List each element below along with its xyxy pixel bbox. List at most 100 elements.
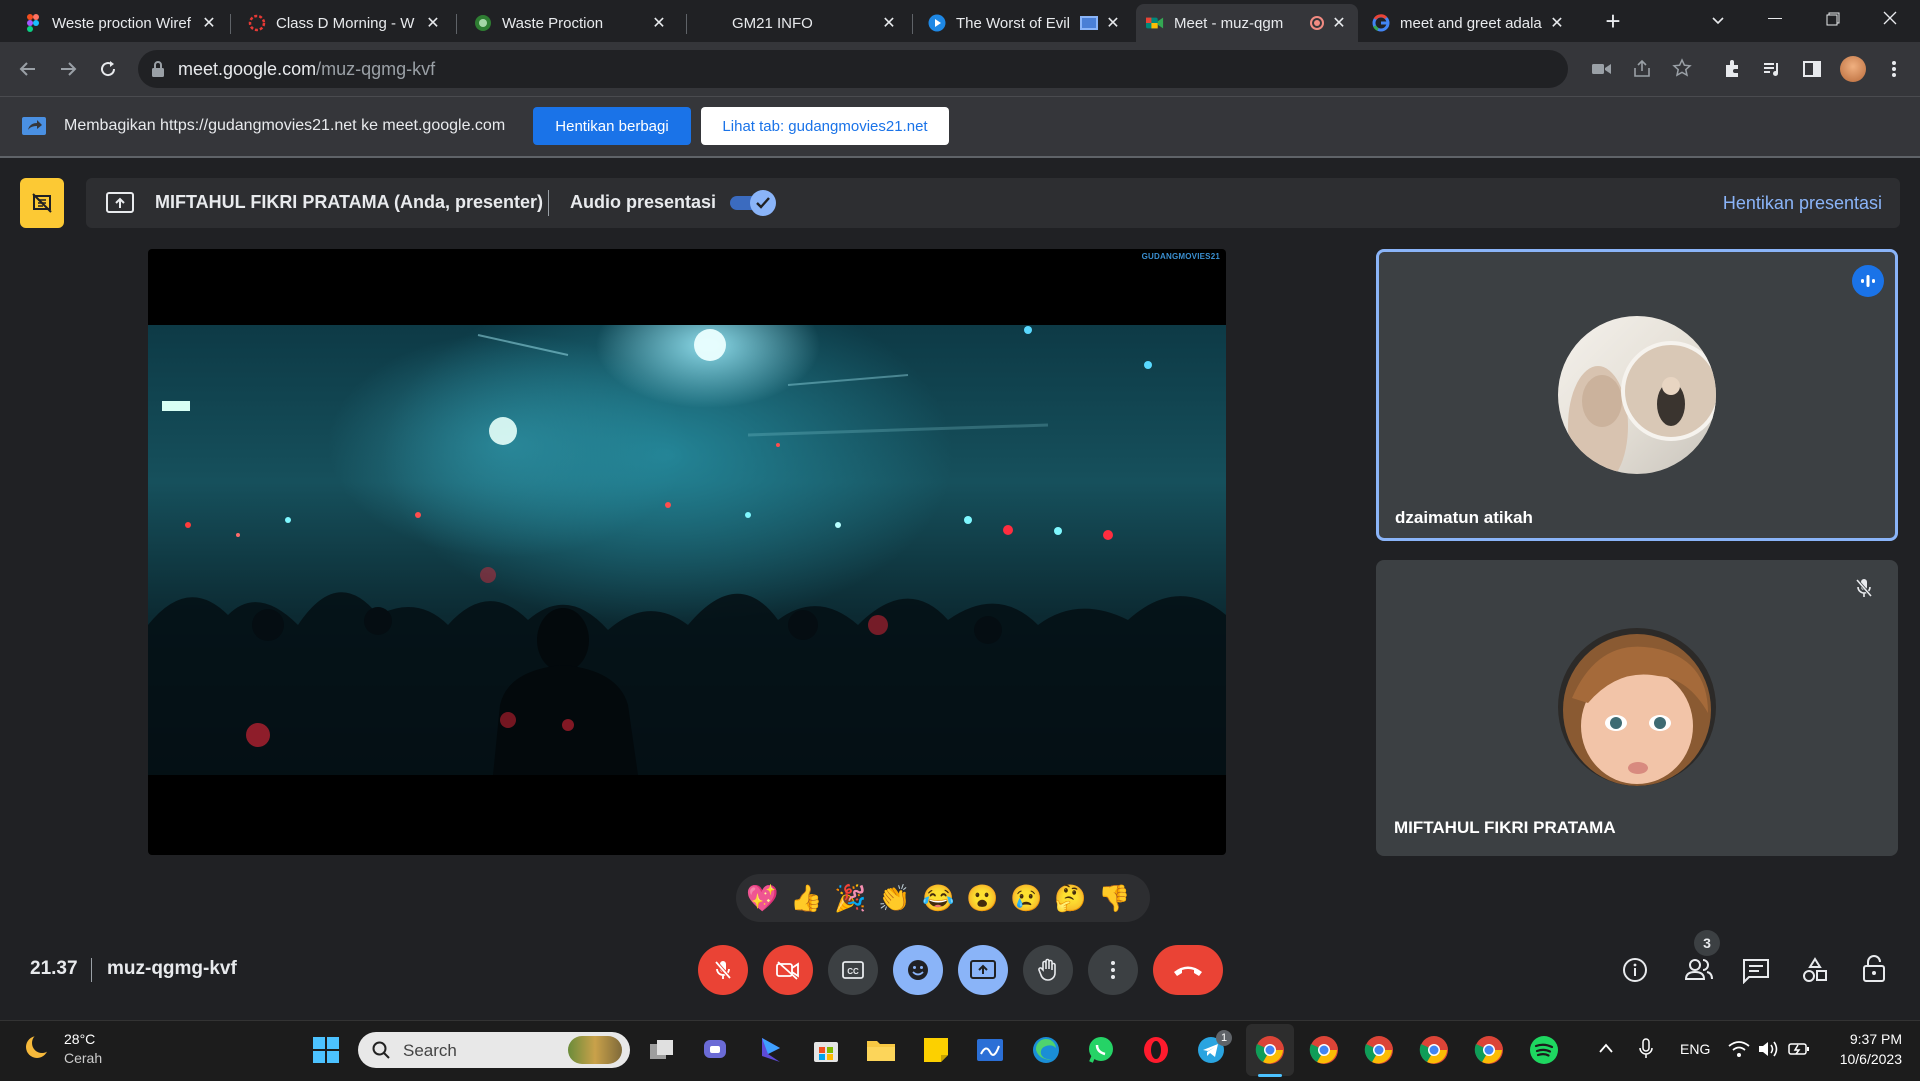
close-icon[interactable]: ✕	[200, 13, 218, 33]
file-explorer-icon[interactable]	[865, 1034, 897, 1066]
more-options-button[interactable]	[1088, 945, 1138, 995]
lock-icon[interactable]	[152, 61, 164, 77]
chrome-profile-icon[interactable]	[1418, 1034, 1450, 1066]
extensions-icon[interactable]	[1718, 55, 1746, 83]
reaction-thumbs-up[interactable]: 👍	[790, 882, 822, 914]
browser-tab-active[interactable]: Meet - muz-qgm ✕	[1136, 4, 1358, 42]
url-host: meet.google.com	[178, 59, 317, 79]
browser-tab[interactable]: Weste proction Wiref ✕	[14, 4, 228, 42]
url-text: meet.google.com/muz-qgmg-kvf	[178, 59, 435, 80]
tab-search-icon[interactable]	[1710, 12, 1726, 28]
meeting-details-icon[interactable]	[1622, 957, 1648, 983]
taskbar-search[interactable]: Search	[358, 1032, 630, 1068]
language-indicator[interactable]: ENG	[1680, 1041, 1710, 1057]
browser-tab[interactable]: Waste Proction ✕	[464, 4, 678, 42]
spotify-icon[interactable]	[1528, 1034, 1560, 1066]
whiteboard-icon[interactable]	[974, 1034, 1006, 1066]
participant-tile-speaking[interactable]: dzaimatun atikah	[1376, 249, 1898, 541]
profile-avatar[interactable]	[1840, 56, 1866, 82]
share-icon[interactable]	[1632, 59, 1652, 79]
clock-date[interactable]: 10/6/2023	[1818, 1051, 1902, 1067]
bookmark-star-icon[interactable]	[1672, 58, 1692, 78]
meeting-time: 21.37	[30, 958, 78, 979]
task-view-icon[interactable]	[646, 1034, 678, 1066]
clock-time[interactable]: 9:37 PM	[1818, 1031, 1902, 1047]
address-bar[interactable]: meet.google.com/muz-qgmg-kvf	[138, 50, 1692, 88]
chrome-icon[interactable]	[1254, 1034, 1286, 1066]
stop-sharing-button[interactable]: Hentikan berbagi	[533, 107, 691, 145]
minimize-icon[interactable]	[1768, 18, 1782, 19]
presenter-bar: MIFTAHUL FIKRI PRATAMA (Anda, presenter)…	[86, 178, 1900, 228]
svg-text:CC: CC	[847, 967, 859, 976]
close-icon[interactable]: ✕	[880, 13, 898, 33]
browser-tab[interactable]: GM21 INFO ✕	[694, 4, 908, 42]
audio-presentation-toggle[interactable]	[730, 190, 776, 216]
chrome-profile-icon[interactable]	[1363, 1034, 1395, 1066]
restore-icon[interactable]	[1826, 12, 1840, 26]
reaction-clapping[interactable]: 👏	[878, 882, 910, 914]
reaction-party-popper[interactable]: 🎉	[834, 882, 866, 914]
sticky-notes-icon[interactable]	[920, 1034, 952, 1066]
present-now-button[interactable]	[958, 945, 1008, 995]
stop-presenting-button[interactable]: Hentikan presentasi	[1723, 193, 1882, 214]
meeting-code: muz-qgmg-kvf	[107, 958, 237, 979]
screen-share-icon	[22, 117, 46, 135]
microphone-icon[interactable]	[1638, 1038, 1654, 1060]
opera-icon[interactable]	[1140, 1034, 1172, 1066]
edge-icon[interactable]	[1030, 1034, 1062, 1066]
participant-tile[interactable]: MIFTAHUL FIKRI PRATAMA	[1376, 560, 1898, 856]
captions-button[interactable]: CC	[828, 945, 878, 995]
microphone-toggle-button[interactable]	[698, 945, 748, 995]
presentation-icon[interactable]	[20, 178, 64, 228]
media-control-icon[interactable]	[1758, 55, 1786, 83]
wifi-icon[interactable]	[1728, 1040, 1750, 1058]
camera-in-use-icon[interactable]	[1592, 61, 1612, 77]
movie-frame	[148, 325, 1226, 775]
browser-menu-icon[interactable]	[1880, 55, 1908, 83]
raise-hand-button[interactable]	[1023, 945, 1073, 995]
battery-icon[interactable]	[1788, 1041, 1810, 1057]
recording-icon	[1310, 16, 1324, 30]
host-controls-icon[interactable]	[1862, 955, 1886, 983]
app-icon	[474, 14, 492, 32]
new-tab-button[interactable]: +	[1600, 6, 1626, 36]
close-icon[interactable]: ✕	[424, 13, 442, 33]
present-screen-icon	[106, 191, 134, 215]
leave-call-button[interactable]	[1153, 945, 1223, 995]
tab-title: meet and greet adala	[1400, 14, 1542, 32]
reload-icon[interactable]	[94, 55, 122, 83]
close-icon[interactable]: ✕	[650, 13, 668, 33]
chevron-up-icon[interactable]	[1598, 1042, 1614, 1054]
chrome-profile-icon[interactable]	[1473, 1034, 1505, 1066]
teams-chat-icon[interactable]	[700, 1034, 732, 1066]
chrome-profile-icon[interactable]	[1308, 1034, 1340, 1066]
back-icon[interactable]	[14, 55, 42, 83]
close-icon[interactable]: ✕	[1330, 13, 1348, 33]
camera-toggle-button[interactable]	[763, 945, 813, 995]
side-panel-icon[interactable]	[1798, 55, 1826, 83]
microsoft-store-icon[interactable]	[810, 1034, 842, 1066]
reaction-thumbs-down[interactable]: 👎	[1098, 882, 1130, 914]
reaction-joy[interactable]: 😂	[922, 882, 954, 914]
browser-tab[interactable]: meet and greet adala ✕	[1362, 4, 1576, 42]
close-icon[interactable]: ✕	[1104, 13, 1122, 33]
forward-icon[interactable]	[54, 55, 82, 83]
reaction-sparkling-heart[interactable]: 💖	[746, 882, 778, 914]
whatsapp-icon[interactable]	[1085, 1034, 1117, 1066]
browser-tab[interactable]: The Worst of Evil ✕	[918, 4, 1132, 42]
copilot-icon[interactable]	[755, 1034, 787, 1066]
reaction-crying[interactable]: 😢	[1010, 882, 1042, 914]
browser-tab[interactable]: Class D Morning - W ✕	[238, 4, 452, 42]
people-icon[interactable]	[1684, 957, 1714, 983]
reaction-thinking[interactable]: 🤔	[1054, 882, 1086, 914]
weather-icon[interactable]	[22, 1032, 52, 1062]
windows-start-icon[interactable]	[310, 1034, 342, 1066]
reactions-button[interactable]	[893, 945, 943, 995]
volume-icon[interactable]	[1758, 1040, 1780, 1058]
view-tab-button[interactable]: Lihat tab: gudangmovies21.net	[701, 107, 949, 145]
reaction-surprised[interactable]: 😮	[966, 882, 998, 914]
window-close-icon[interactable]	[1882, 10, 1898, 26]
activities-icon[interactable]	[1802, 957, 1828, 983]
close-icon[interactable]: ✕	[1548, 13, 1566, 33]
chat-icon[interactable]	[1742, 958, 1770, 984]
